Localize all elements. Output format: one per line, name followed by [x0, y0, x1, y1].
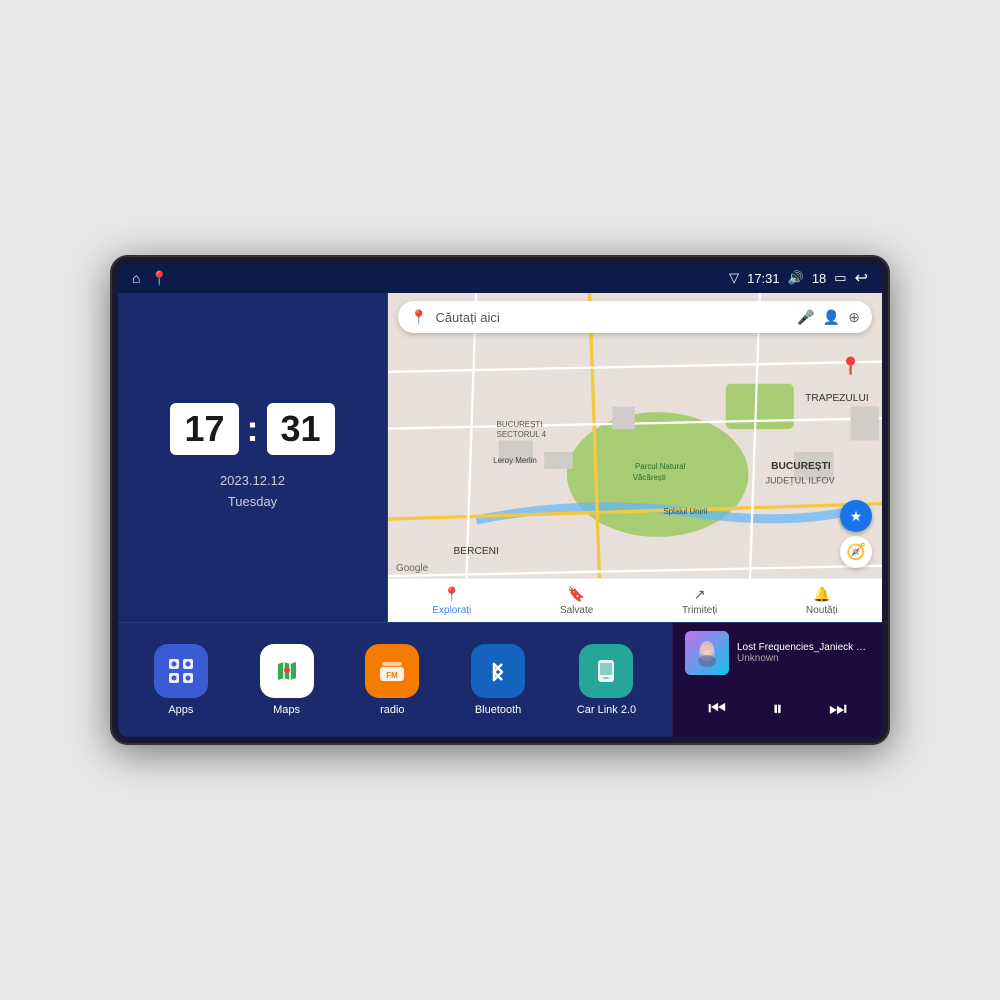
- svg-text:SECTORUL 4: SECTORUL 4: [497, 430, 547, 439]
- map-navigate-button[interactable]: ★: [840, 500, 872, 532]
- status-bar: ⌂ 📍 ▽ 17:31 🔊 18 ▭ ↩: [118, 263, 882, 293]
- map-tab-saved[interactable]: 🔖 Salvate: [560, 586, 593, 616]
- carlink-label: Car Link 2.0: [577, 704, 636, 716]
- map-compass-button[interactable]: 🧭: [840, 536, 872, 568]
- music-text: Lost Frequencies_Janieck Devy-... Unknow…: [737, 642, 870, 664]
- maps-label: Maps: [273, 704, 300, 716]
- top-row: 17 : 31 2023.12.12 Tuesday: [118, 293, 882, 622]
- music-player: Lost Frequencies_Janieck Devy-... Unknow…: [672, 623, 882, 737]
- app-icons-area: Apps Maps: [118, 623, 672, 737]
- bluetooth-icon-bubble: [471, 644, 525, 698]
- voice-search-icon[interactable]: 🎤: [797, 309, 814, 326]
- svg-text:BUCUREȘTI: BUCUREȘTI: [497, 420, 543, 429]
- svg-text:Leroy Merlin: Leroy Merlin: [493, 456, 537, 465]
- svg-text:Văcărești: Văcărești: [633, 473, 666, 482]
- bluetooth-label: Bluetooth: [475, 704, 521, 716]
- music-next-button[interactable]: ⏭: [825, 694, 851, 725]
- back-icon[interactable]: ↩: [855, 268, 868, 288]
- clock-colon: :: [247, 411, 259, 447]
- clock-display: 17 : 31: [170, 403, 334, 455]
- music-album-art: [685, 631, 729, 675]
- google-watermark: Google: [396, 563, 428, 574]
- map-widget[interactable]: TRAPEZULUI BUCUREȘTI JUDEȚUL ILFOV BERCE…: [388, 293, 882, 622]
- map-tab-explore-label: Explorați: [432, 605, 471, 616]
- map-tab-news-label: Noutăți: [806, 605, 838, 616]
- news-icon: 🔔: [813, 586, 830, 603]
- map-tab-share[interactable]: ↗ Trimiteți: [682, 586, 717, 616]
- music-controls: ⏮ ⏸ ⏭: [685, 690, 870, 729]
- signal-icon: ▽: [729, 270, 739, 286]
- battery-level: 18: [812, 271, 826, 286]
- app-icon-carlink[interactable]: Car Link 2.0: [577, 644, 636, 716]
- battery-icon: ▭: [834, 270, 846, 286]
- svg-text:TRAPEZULUI: TRAPEZULUI: [805, 393, 869, 404]
- map-tab-saved-label: Salvate: [560, 605, 593, 616]
- map-search-icons: 🎤 👤 ⊕: [797, 309, 860, 326]
- app-icon-apps[interactable]: Apps: [154, 644, 208, 716]
- map-search-bar[interactable]: 📍 Căutați aici 🎤 👤 ⊕: [398, 301, 872, 333]
- maps-icon-bubble: [260, 644, 314, 698]
- apps-icon-bubble: [154, 644, 208, 698]
- map-tab-explore[interactable]: 📍 Explorați: [432, 586, 471, 616]
- status-time: 17:31: [747, 271, 780, 286]
- clock-date: 2023.12.12 Tuesday: [220, 471, 285, 513]
- user-avatar-icon[interactable]: 👤: [823, 309, 840, 326]
- svg-text:BUCUREȘTI: BUCUREȘTI: [771, 461, 831, 472]
- volume-icon: 🔊: [788, 270, 804, 286]
- clock-minutes: 31: [267, 403, 335, 455]
- maps-status-icon[interactable]: 📍: [150, 270, 167, 287]
- share-icon: ↗: [694, 586, 706, 603]
- music-info: Lost Frequencies_Janieck Devy-... Unknow…: [685, 631, 870, 675]
- map-bottom-bar: 📍 Explorați 🔖 Salvate ↗ Trimiteți 🔔: [388, 578, 882, 622]
- svg-text:FM: FM: [387, 671, 399, 680]
- map-tab-news[interactable]: 🔔 Noutăți: [806, 586, 838, 616]
- svg-text:Splaiul Unirii: Splaiul Unirii: [663, 507, 707, 516]
- app-icon-bluetooth[interactable]: Bluetooth: [471, 644, 525, 716]
- status-bar-left: ⌂ 📍: [132, 270, 168, 287]
- app-icon-radio[interactable]: FM radio: [365, 644, 419, 716]
- music-prev-button[interactable]: ⏮: [704, 694, 730, 725]
- music-artist: Unknown: [737, 653, 870, 664]
- radio-label: radio: [380, 704, 404, 716]
- bottom-row: Apps Maps: [118, 622, 882, 737]
- radio-icon-bubble: FM: [365, 644, 419, 698]
- carlink-icon-bubble: [579, 644, 633, 698]
- layers-icon[interactable]: ⊕: [848, 309, 860, 326]
- music-title: Lost Frequencies_Janieck Devy-...: [737, 642, 870, 653]
- svg-text:BERCENI: BERCENI: [453, 546, 498, 557]
- svg-text:JUDEȚUL ILFOV: JUDEȚUL ILFOV: [765, 476, 834, 486]
- clock-hours: 17: [170, 403, 238, 455]
- music-play-pause-button[interactable]: ⏸: [768, 694, 786, 725]
- home-icon[interactable]: ⌂: [132, 270, 140, 286]
- car-head-unit: ⌂ 📍 ▽ 17:31 🔊 18 ▭ ↩ 17 :: [110, 255, 890, 745]
- map-pin-icon: 📍: [410, 309, 427, 326]
- explore-icon: 📍: [443, 586, 460, 603]
- status-bar-right: ▽ 17:31 🔊 18 ▭ ↩: [729, 268, 868, 288]
- map-search-text: Căutați aici: [435, 310, 499, 325]
- app-icon-maps[interactable]: Maps: [260, 644, 314, 716]
- apps-label: Apps: [168, 704, 193, 716]
- screen: ⌂ 📍 ▽ 17:31 🔊 18 ▭ ↩ 17 :: [118, 263, 882, 737]
- clock-widget: 17 : 31 2023.12.12 Tuesday: [118, 293, 388, 622]
- map-tab-share-label: Trimiteți: [682, 605, 717, 616]
- svg-text:Parcul Natural: Parcul Natural: [635, 462, 686, 471]
- main-content: 17 : 31 2023.12.12 Tuesday: [118, 293, 882, 737]
- saved-icon: 🔖: [568, 586, 585, 603]
